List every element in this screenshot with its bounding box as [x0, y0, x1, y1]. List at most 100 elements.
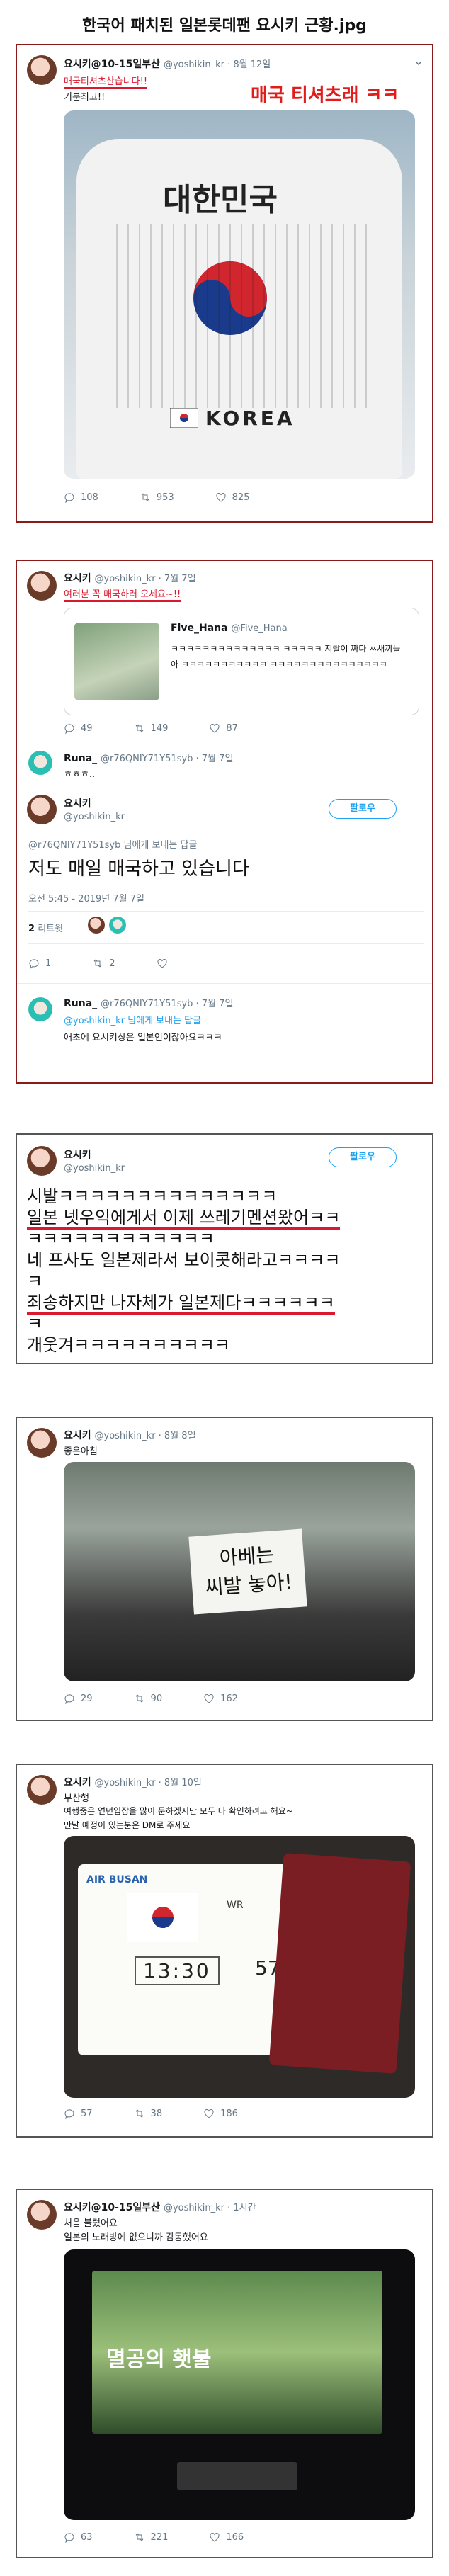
retweet-button[interactable]: 38	[134, 2108, 162, 2119]
like-button[interactable]: 186	[203, 2108, 238, 2119]
tweet-card-text: 요시키 @yoshikin_kr 팔로우 시발ㅋㅋㅋㅋㅋㅋㅋㅋㅋㅋㅋㅋㅋㅋ 일본…	[16, 1133, 433, 1364]
avatar[interactable]	[27, 55, 57, 85]
ticket-code: WR	[227, 1900, 244, 1911]
quote-handle: @Five_Hana	[231, 623, 288, 634]
avatar[interactable]	[28, 751, 52, 775]
reply-icon	[64, 2109, 74, 2119]
retweeter-avatars	[88, 917, 130, 935]
display-name[interactable]: 요시키@10-15일부산	[64, 59, 160, 70]
reply-count: 63	[81, 2531, 93, 2543]
follow-button[interactable]: 팔로우	[329, 1147, 397, 1167]
retweet-count: 90	[150, 1693, 163, 1704]
avatar[interactable]	[88, 917, 105, 934]
like-count: 825	[232, 492, 250, 503]
display-name[interactable]: 요시키	[64, 1777, 91, 1788]
display-name[interactable]: 요시키	[64, 573, 91, 584]
like-button[interactable]: 87	[209, 722, 238, 734]
quote-thumbnail	[74, 623, 159, 700]
tweet-photo-ticket[interactable]: AIR BUSAN WR 13:30 57	[64, 1836, 415, 2098]
like-button[interactable]	[157, 958, 168, 969]
reply-name[interactable]: Runa_	[64, 753, 97, 764]
retweet-count: 2	[109, 958, 115, 969]
handle-date: @yoshikin_kr · 8월 8일	[94, 1431, 196, 1441]
retweet-button[interactable]: 149	[134, 722, 168, 734]
tweet-line: ㅋㅋㅋㅋㅋㅋㅋㅋㅋㅋㅋㅋ	[27, 1229, 215, 1249]
tweet-card-protest: 요시키 @yoshikin_kr · 8월 8일 좋은아침 아베는 씨발 놓아!…	[16, 1417, 433, 1721]
display-name[interactable]: 요시키	[64, 1147, 91, 1162]
reply-button[interactable]: 49	[64, 722, 93, 734]
tweet-card-ticket: 요시키 @yoshikin_kr · 8월 10일 부산행 여행중은 연년입장을…	[16, 1764, 433, 2138]
heart-icon	[210, 2532, 220, 2542]
like-button[interactable]: 162	[203, 1693, 238, 1704]
reply-count: 108	[81, 492, 98, 503]
tweet-body: 시발ㅋㅋㅋㅋㅋㅋㅋㅋㅋㅋㅋㅋㅋㅋ 일본 넷우익에게서 이제 쓰레기멘션왔어ㅋㅋ …	[27, 1186, 341, 1356]
overlay-caption: 매국 티셔츠래 ㅋㅋ	[251, 85, 399, 106]
reply-button[interactable]: 63	[64, 2531, 93, 2543]
reply2-reply-to[interactable]: @yoshikin_kr 님에게 보내는 답글	[64, 1013, 201, 1026]
shirt-calligraphy	[106, 224, 368, 408]
avatar[interactable]	[27, 1146, 57, 1176]
retweet-icon	[141, 493, 149, 501]
reply-icon	[29, 959, 39, 969]
avatar[interactable]	[27, 1428, 57, 1458]
reply-count: 1	[45, 958, 52, 969]
reply-icon	[64, 493, 74, 503]
korea-flag-icon	[127, 1893, 198, 1942]
avatar[interactable]	[27, 1775, 57, 1805]
retweet-icon	[135, 724, 143, 732]
avatar[interactable]	[27, 571, 57, 601]
main-name[interactable]: 요시키	[64, 796, 91, 810]
avatar[interactable]	[27, 2200, 57, 2230]
reply-button[interactable]: 57	[64, 2108, 93, 2119]
display-name[interactable]: 요시키@10-15일부산	[64, 2202, 160, 2213]
like-count: 162	[220, 1693, 238, 1704]
tweet-photo-shirt[interactable]: 대한민국 KOREA	[64, 110, 415, 479]
reply-count: 57	[81, 2108, 93, 2119]
handle-date: @yoshikin_kr · 8월 12일	[163, 59, 271, 70]
main-tweet-text: 저도 매일 매국하고 있습니다	[28, 858, 249, 880]
tweet-line: 시발ㅋㅋㅋㅋㅋㅋㅋㅋㅋㅋㅋㅋㅋㅋ	[27, 1186, 278, 1206]
handle-date: @yoshikin_kr · 1시간	[163, 2203, 256, 2213]
screen-title: 멸공의 횃불	[106, 2347, 212, 2372]
retweet-stat-count: 2	[28, 924, 35, 934]
retweet-button[interactable]: 90	[134, 1693, 163, 1704]
quote-text: ㅋㅋㅋㅋㅋㅋㅋㅋㅋㅋㅋㅋㅋㅋ ㅋㅋㅋㅋㅋ 지랄이 짜다 ㅆ새끼들아 ㅋㅋㅋㅋㅋㅋ…	[171, 644, 401, 669]
follow-button[interactable]: 팔로우	[329, 799, 397, 819]
reply-icon	[64, 2533, 74, 2543]
avatar[interactable]	[109, 917, 126, 934]
reply2-name[interactable]: Runa_	[64, 998, 97, 1009]
like-count: 87	[226, 722, 238, 734]
page-title: 한국어 패치된 일본롯데팬 요시키 근황.jpg	[82, 17, 367, 35]
tweet-thread-card: 요시키 @yoshikin_kr · 7월 7일 여러분 꼭 매국하러 오세요~…	[16, 560, 433, 1084]
reply2-text: 애초에 요시키상은 일본인이잖아요ㅋㅋㅋ	[64, 1033, 222, 1043]
tweet-text: 여러분 꼭 매국하러 오세요~!!	[64, 589, 181, 602]
tweet-photo-karaoke[interactable]: 멸공의 횃불	[64, 2249, 415, 2520]
reply-button[interactable]: 1	[28, 958, 51, 969]
passport	[268, 1853, 411, 2074]
tweet-line: ㅋ	[27, 1314, 43, 1334]
like-count: 186	[220, 2108, 238, 2119]
retweet-button[interactable]: 953	[140, 492, 174, 503]
tweet-line: ㅋ	[27, 1271, 43, 1291]
tweet-photo-protest[interactable]: 아베는 씨발 놓아!	[64, 1462, 415, 1681]
reply-button[interactable]: 29	[64, 1693, 93, 1704]
quote-tweet[interactable]: Five_Hana @Five_Hana ㅋㅋㅋㅋㅋㅋㅋㅋㅋㅋㅋㅋㅋㅋ ㅋㅋㅋㅋ…	[64, 608, 419, 715]
display-name[interactable]: 요시키	[64, 1430, 91, 1441]
tweet-text-line2: 여행중은 연년입장을 많이 문하겠지만 모두 다 확인하려고 해요~	[64, 1806, 293, 1816]
tweet-card-karaoke: 요시키@10-15일부산 @yoshikin_kr · 1시간 처음 불렀어요 …	[16, 2189, 433, 2558]
reply-count: 49	[81, 722, 93, 734]
tweet-line: 일본 넷우익에게서 이제 쓰레기멘션왔어ㅋㅋ	[27, 1208, 341, 1230]
tweet-text-line3: 만날 예정이 있는분은 DM로 주세요	[64, 1820, 191, 1830]
like-button[interactable]: 825	[215, 492, 250, 503]
retweet-stat-label: 리트윗	[38, 924, 64, 934]
chevron-down-icon[interactable]	[415, 59, 422, 67]
avatar[interactable]	[27, 795, 57, 824]
avatar[interactable]	[28, 997, 52, 1021]
heart-icon	[210, 723, 220, 733]
like-button[interactable]: 166	[209, 2531, 244, 2543]
reply-button[interactable]: 108	[64, 492, 98, 503]
retweet-button[interactable]: 221	[134, 2531, 168, 2543]
retweet-button[interactable]: 2	[92, 958, 115, 969]
handle-date: @yoshikin_kr · 8월 10일	[94, 1778, 202, 1788]
retweet-icon	[93, 959, 102, 968]
